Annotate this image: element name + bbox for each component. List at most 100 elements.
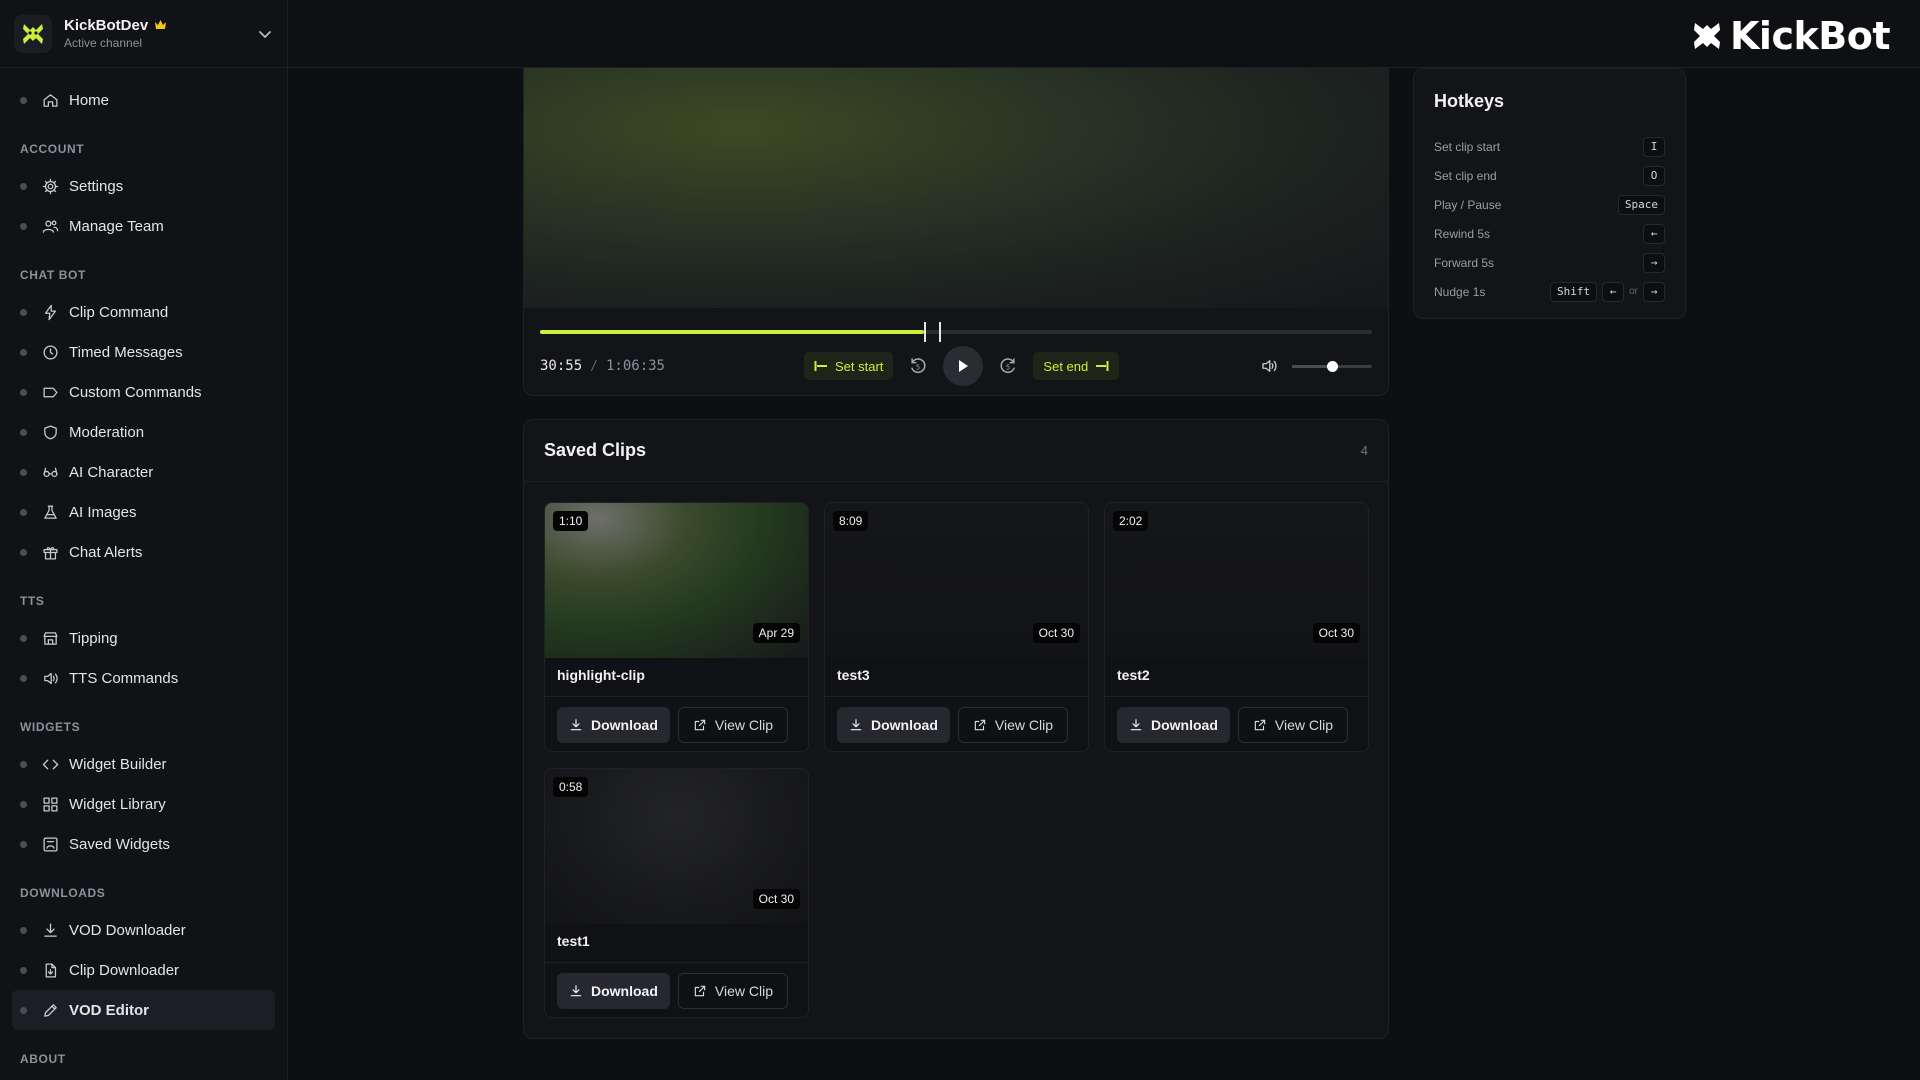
pencil-icon [41, 1001, 59, 1019]
download-icon [570, 719, 582, 731]
sidebar-item-label: Home [69, 91, 110, 109]
download-button[interactable]: Download [557, 973, 670, 1009]
view-clip-button[interactable]: View Clip [957, 707, 1068, 743]
current-time: 30:55 [540, 358, 583, 374]
clip-duration: 0:58 [553, 777, 589, 797]
nav-bullet [20, 508, 27, 516]
video-preview[interactable] [524, 68, 1388, 308]
clip-duration: 8:09 [833, 511, 869, 531]
file-icon [41, 961, 59, 979]
view-clip-button[interactable]: View Clip [677, 707, 788, 743]
hotkey-key: O [1643, 165, 1665, 186]
hotkey-keys: Shift ← or → [1549, 281, 1665, 302]
sidebar-item-custom-commands[interactable]: Custom Commands [12, 372, 275, 412]
flask-icon [41, 503, 59, 521]
hotkey-row: Set clip start I [1434, 132, 1665, 161]
glasses-icon [41, 463, 59, 481]
sidebar-item-label: Widget Library [69, 795, 166, 813]
hotkey-label: Rewind 5s [1434, 226, 1491, 241]
playhead-marker[interactable] [938, 322, 941, 342]
hotkey-keys: Space [1617, 194, 1665, 215]
download-label: Download [871, 717, 938, 733]
nav-bullet [20, 800, 27, 808]
sidebar-item-vod-downloader[interactable]: VOD Downloader [12, 910, 275, 950]
sidebar-item-settings[interactable]: Settings [12, 166, 275, 206]
view-clip-button[interactable]: View Clip [1237, 707, 1348, 743]
sidebar-item-label: Saved Widgets [69, 835, 170, 853]
view-clip-button[interactable]: View Clip [677, 973, 788, 1009]
download-icon [850, 719, 862, 731]
nav-bullet [20, 926, 27, 934]
download-label: Download [1151, 717, 1218, 733]
sidebar-item-clip-downloader[interactable]: Clip Downloader [12, 950, 275, 990]
section-account: ACCOUNT [20, 142, 85, 156]
chevron-down-icon[interactable] [257, 26, 273, 42]
download-label: Download [591, 983, 658, 999]
section-chatbot: CHAT BOT [20, 268, 86, 282]
rewind-5s-button[interactable]: 5 [905, 353, 931, 379]
channel-switcher[interactable]: KickBotDev Active channel [0, 0, 287, 68]
volume-icon[interactable] [1260, 357, 1278, 375]
kickbot-logo-icon [1693, 23, 1720, 49]
set-start-button[interactable]: Set start [804, 352, 894, 380]
sidebar-item-ai-images[interactable]: AI Images [12, 492, 275, 532]
sidebar-item-saved-widgets[interactable]: Saved Widgets [12, 824, 275, 864]
sidebar-item-moderation[interactable]: Moderation [12, 412, 275, 452]
hotkey-key: → [1643, 281, 1665, 302]
clip-start-marker[interactable] [923, 322, 926, 342]
hotkey-row: Play / Pause Space [1434, 190, 1665, 219]
nav-bullet [20, 634, 27, 642]
gear-icon [41, 177, 59, 195]
nav-bullet [20, 182, 27, 190]
clip-name: highlight-clip [557, 667, 645, 683]
nav-bullet [20, 674, 27, 682]
clip-card: 1:10 Apr 29 highlight-clip Download View Cli… [544, 502, 809, 752]
sidebar-item-ai-character[interactable]: AI Character [12, 452, 275, 492]
sidebar-item-tipping[interactable]: Tipping [12, 618, 275, 658]
volume-slider[interactable] [1292, 360, 1372, 372]
sidebar-item-clip-command[interactable]: Clip Command [12, 292, 275, 332]
external-link-icon [974, 719, 986, 731]
saved-clips-title: Saved Clips [544, 440, 647, 460]
lightning-icon [41, 303, 59, 321]
nav-bullet [20, 468, 27, 476]
nav-bullet [20, 428, 27, 436]
hotkey-keys: I [1643, 136, 1665, 157]
sidebar-item-timed-messages[interactable]: Timed Messages [12, 332, 275, 372]
download-button[interactable]: Download [557, 707, 670, 743]
sidebar-item-widget-builder[interactable]: Widget Builder [12, 744, 275, 784]
saved-clips-panel: Saved Clips 4 1:10 Apr 29 highlight-clip Do… [523, 419, 1389, 1039]
sidebar-item-home[interactable]: Home [12, 80, 275, 120]
view-clip-label: View Clip [994, 717, 1053, 733]
code-icon [41, 755, 59, 773]
sidebar-item-vod-editor[interactable]: VOD Editor [12, 990, 275, 1030]
channel-status: Active channel [64, 36, 143, 50]
saved-icon [41, 835, 59, 853]
set-end-button[interactable]: Set end [1033, 352, 1120, 380]
set-start-label: Set start [835, 358, 884, 374]
sidebar-item-label: Tipping [69, 629, 118, 647]
top-bar: KickBot [289, 0, 1920, 68]
hotkey-row: Set clip end O [1434, 161, 1665, 190]
sidebar-item-manage-team[interactable]: Manage Team [12, 206, 275, 246]
timeline-scrubber[interactable] [540, 322, 1372, 342]
player-controls: 30:55 / 1:06:35 Set start 5 5 Set end [540, 346, 1372, 386]
brand-name: KickBot [1729, 14, 1891, 58]
brand-logo[interactable]: KickBot [1692, 14, 1891, 58]
clip-date: Oct 30 [1032, 623, 1080, 643]
clip-divider [545, 696, 808, 697]
sidebar-item-chat-alerts[interactable]: Chat Alerts [12, 532, 275, 572]
sidebar-item-tts-commands[interactable]: TTS Commands [12, 658, 275, 698]
play-button[interactable] [943, 346, 984, 386]
volume-knob[interactable] [1327, 360, 1338, 372]
clip-date: Oct 30 [752, 889, 800, 909]
forward-5s-button[interactable]: 5 [995, 353, 1021, 379]
download-button[interactable]: Download [837, 707, 950, 743]
download-button[interactable]: Download [1117, 707, 1230, 743]
sidebar-item-widget-library[interactable]: Widget Library [12, 784, 275, 824]
transport-controls: Set start 5 5 Set end [804, 346, 1120, 386]
nav-bullet [20, 1006, 27, 1014]
sidebar-item-label: AI Character [69, 463, 154, 481]
hotkey-label: Play / Pause [1434, 197, 1502, 212]
tag-icon [41, 383, 59, 401]
